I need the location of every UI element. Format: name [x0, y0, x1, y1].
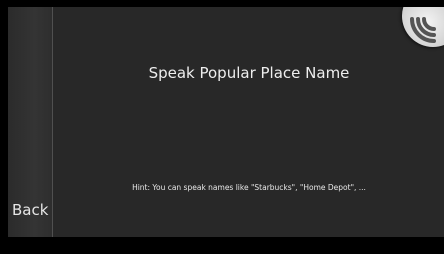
voice-button[interactable]	[402, 7, 444, 47]
hint-text: Hint: You can speak names like "Starbuck…	[132, 183, 366, 192]
speech-waves-icon	[410, 17, 436, 43]
prompt-area: Speak Popular Place Name Hint: You can s…	[54, 7, 444, 237]
back-button-label: Back	[12, 201, 49, 219]
voice-search-screen: Back Speak Popular Place Name Hint: You …	[8, 7, 444, 237]
back-button[interactable]: Back	[8, 7, 53, 237]
page-title: Speak Popular Place Name	[148, 64, 350, 82]
